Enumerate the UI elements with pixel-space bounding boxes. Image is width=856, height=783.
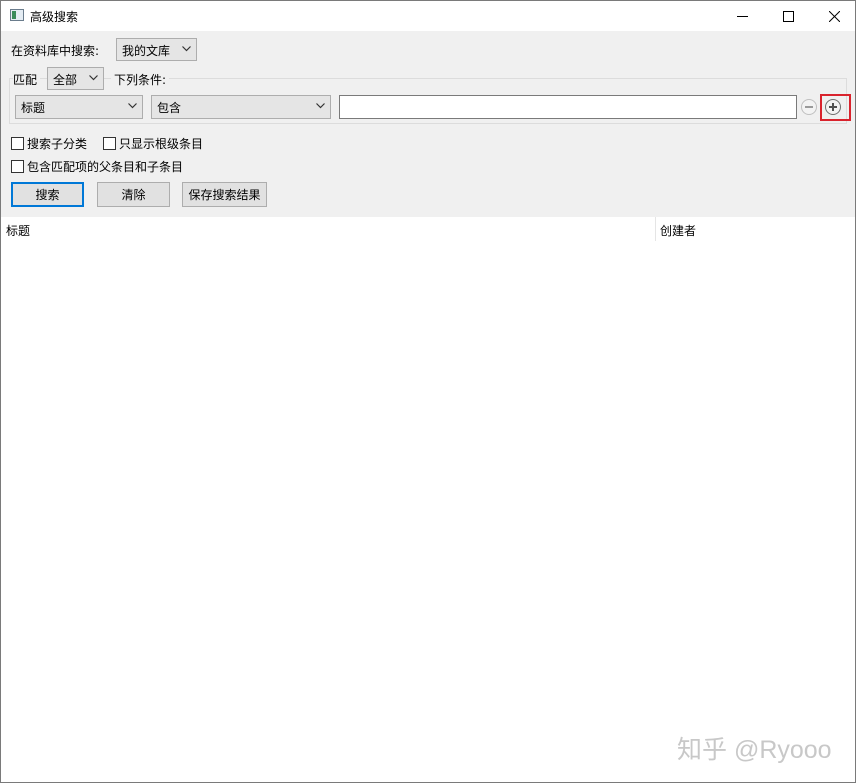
match-mode-select[interactable]: 全部 — [47, 67, 104, 90]
column-header-title[interactable]: 标题 — [6, 222, 30, 239]
include-parents-children-label: 包含匹配项的父条目和子条目 — [27, 160, 184, 174]
app-icon — [10, 9, 24, 21]
condition-operator-select[interactable]: 包含 — [151, 95, 331, 119]
top-level-only-checkbox[interactable] — [103, 137, 116, 150]
condition-field-value: 标题 — [21, 101, 46, 115]
chevron-down-icon — [128, 103, 137, 109]
top-level-only-option[interactable]: 只显示根级条目 — [103, 135, 203, 152]
match-suffix-label: 下列条件: — [111, 71, 170, 88]
condition-value-input[interactable] — [339, 95, 797, 119]
chevron-down-icon — [316, 103, 325, 109]
search-scope-label: 在资料库中搜索: — [11, 44, 100, 58]
minimize-icon — [736, 15, 748, 17]
match-mode-value: 全部 — [53, 73, 78, 87]
clear-button[interactable]: 清除 — [97, 182, 170, 207]
results-list[interactable] — [1, 241, 855, 782]
column-divider[interactable] — [655, 217, 656, 241]
save-search-button[interactable]: 保存搜索结果 — [182, 182, 267, 207]
remove-condition-icon[interactable] — [801, 99, 817, 115]
search-button[interactable]: 搜索 — [11, 182, 84, 207]
minimize-button[interactable] — [719, 1, 765, 31]
advanced-search-window: 高级搜索 在资料库中搜索: 我的文库 匹配 全部 下列条件: 标题 包含 搜索子… — [0, 0, 856, 783]
close-button[interactable] — [811, 1, 856, 31]
results-header: 标题 创建者 — [1, 217, 855, 241]
library-select[interactable]: 我的文库 — [116, 38, 197, 61]
condition-operator-value: 包含 — [157, 101, 182, 115]
chevron-down-icon — [89, 75, 98, 81]
search-criteria-panel: 在资料库中搜索: 我的文库 匹配 全部 下列条件: 标题 包含 搜索子分类 只显… — [1, 31, 855, 217]
condition-field-select[interactable]: 标题 — [15, 95, 143, 119]
search-subcollections-label: 搜索子分类 — [27, 137, 88, 151]
column-header-creator[interactable]: 创建者 — [660, 222, 696, 239]
title-bar[interactable]: 高级搜索 — [1, 1, 855, 31]
watermark: 知乎 @Ryooo — [677, 736, 832, 764]
top-level-only-label: 只显示根级条目 — [119, 137, 204, 151]
search-subcollections-checkbox[interactable] — [11, 137, 24, 150]
window-title: 高级搜索 — [30, 10, 79, 24]
chevron-down-icon — [182, 46, 191, 52]
highlight-annotation — [820, 94, 851, 121]
library-select-value: 我的文库 — [122, 44, 171, 58]
include-parents-children-option[interactable]: 包含匹配项的父条目和子条目 — [11, 158, 183, 175]
maximize-icon — [782, 10, 794, 22]
close-icon — [828, 10, 840, 22]
include-parents-children-checkbox[interactable] — [11, 160, 24, 173]
search-subcollections-option[interactable]: 搜索子分类 — [11, 135, 87, 152]
match-label: 匹配 — [13, 71, 41, 88]
maximize-button[interactable] — [765, 1, 811, 31]
